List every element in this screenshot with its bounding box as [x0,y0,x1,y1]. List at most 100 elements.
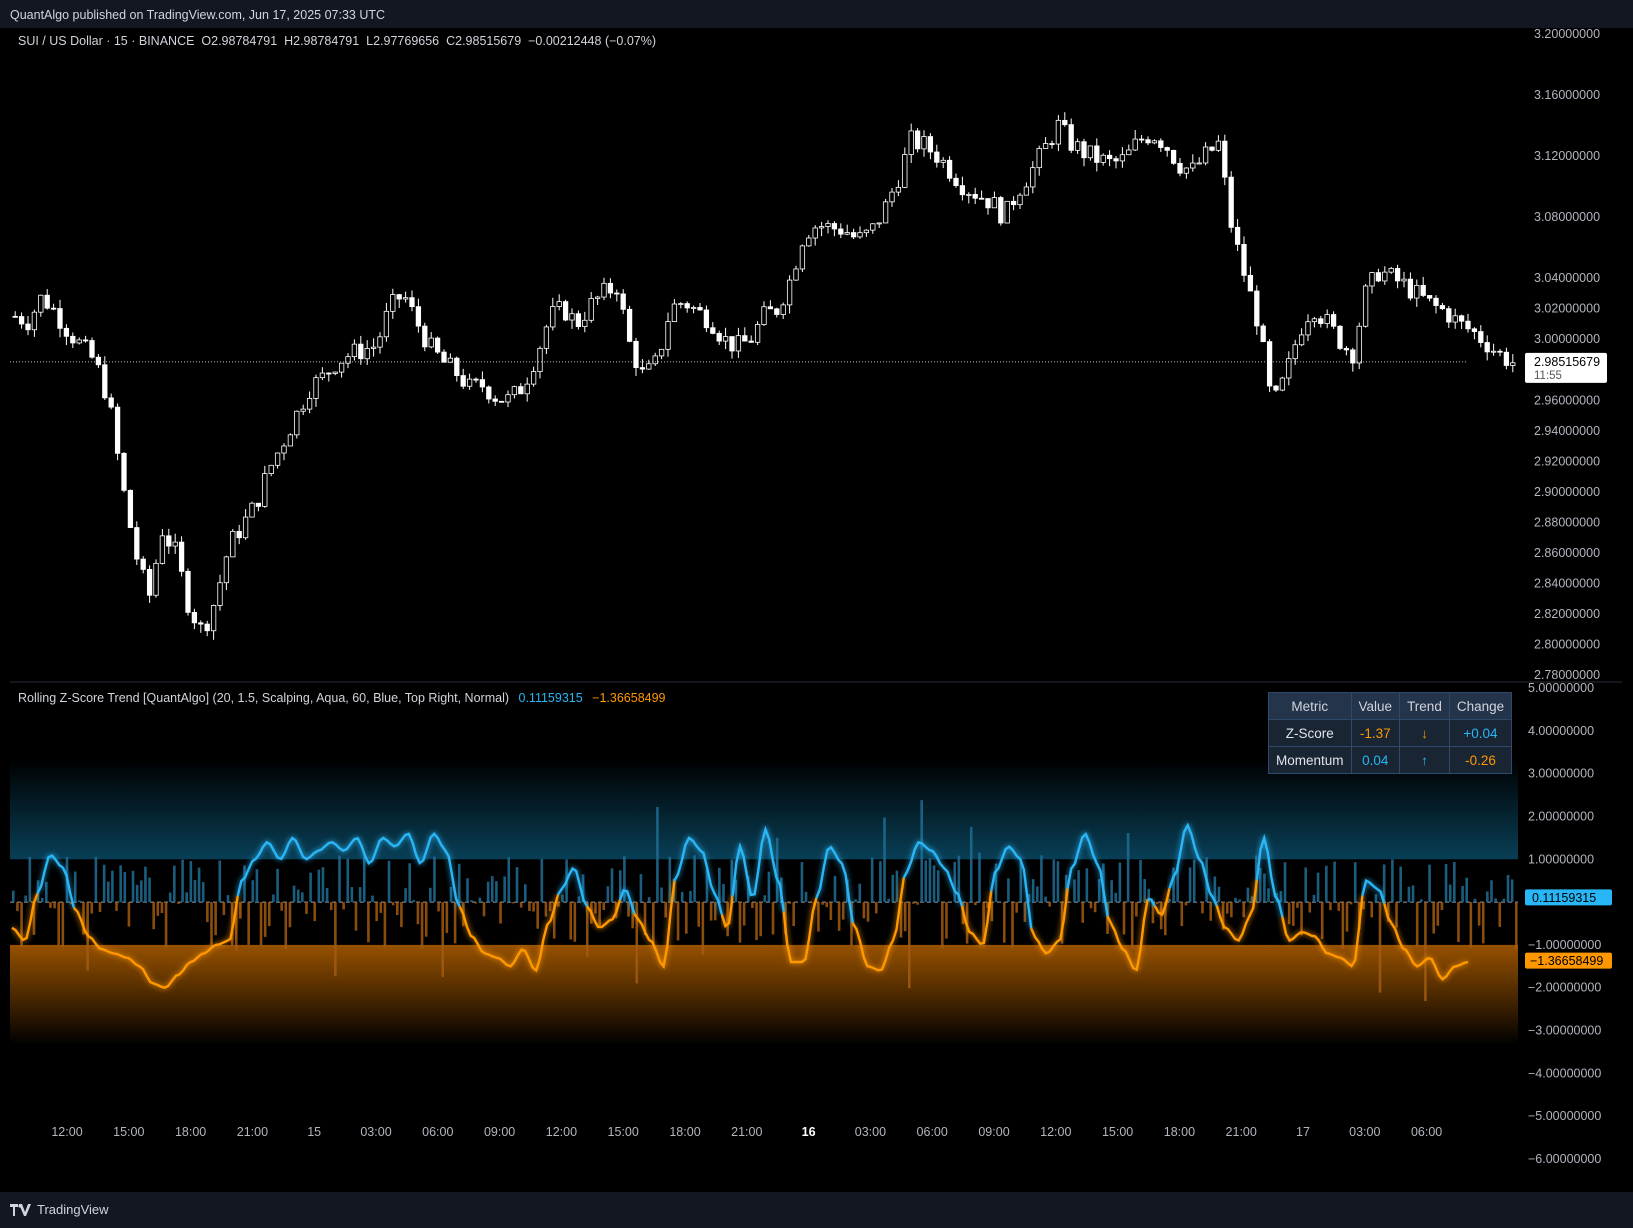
candle-body [1030,167,1036,188]
candle-body [230,530,236,558]
candle [1241,236,1247,283]
candle-body [1414,284,1420,299]
tradingview-logo[interactable]: TradingView [10,1202,109,1217]
histogram-bar [1234,897,1237,903]
candle [306,391,313,414]
candle [262,465,268,508]
histogram-bar [1188,867,1192,903]
chart-canvas[interactable]: 3.20000000 3.16000000 3.12000000 3.08000000… [10,27,1622,1192]
candle [1004,200,1010,224]
histogram-bar [1420,899,1423,903]
histogram-bar [903,902,907,932]
candle-body [89,340,95,358]
candle [550,297,556,331]
price-tick-label: 2.80000000 [1534,637,1600,651]
candle [108,393,114,410]
histogram-bar [383,902,387,947]
candle-body [1433,297,1439,306]
candle [646,359,652,370]
histogram-bar [1168,899,1171,903]
candle [1119,147,1126,168]
metric-momentum: Momentum [1268,746,1352,774]
histogram-bar [106,881,110,903]
histogram-bar [602,902,606,910]
candle [665,312,671,357]
zscore-change: +0.04 [1448,719,1513,747]
time-axis[interactable]: 12:00 15:00 18:00 21:00 15 03:00 06:00 09:00 12:… [51,1125,1442,1139]
histogram-bar [259,902,263,946]
candle [818,221,825,237]
candle [799,244,806,272]
histogram-bar [1461,885,1464,903]
candle-body [134,527,140,560]
histogram-bar [177,902,180,904]
histogram-bar [429,887,432,903]
candle-body [460,375,466,387]
price-pane[interactable] [10,112,1622,683]
candle-body [249,502,255,518]
histogram-bar [1399,866,1402,903]
candle [806,235,812,247]
time-tick-label: 15 [307,1125,321,1139]
histogram-bar [1473,898,1477,903]
candle [1350,347,1356,372]
candle [82,335,89,343]
histogram-bar [490,876,494,903]
candle [1337,325,1343,351]
histogram-bar [503,876,506,903]
candle [1420,276,1426,298]
histogram-bar [573,902,577,942]
z-value-label: 0.11159315 [1532,891,1596,905]
candle-body [210,605,217,632]
histogram-bar [453,902,457,944]
candle-body [818,226,825,229]
candle [639,359,646,374]
histogram-bar [28,856,32,903]
candle-body [1273,385,1279,391]
indicator-pane[interactable] [10,759,1518,1045]
candle-body [697,307,703,311]
chart-frame[interactable]: 3.20000000 3.16000000 3.12000000 3.08000000… [10,27,1622,1192]
time-tick-label: 18:00 [669,1125,700,1139]
candle-body [1113,158,1119,162]
candle [1388,266,1394,274]
candle [844,224,850,236]
time-tick-label: 15:00 [1102,1125,1133,1139]
candle [1126,144,1132,156]
time-tick-label: 03:00 [1349,1125,1380,1139]
histogram-bar [1130,902,1134,949]
price-axis[interactable]: 3.20000000 3.16000000 3.12000000 3.08000000… [1525,27,1612,1166]
candle-body [1170,149,1177,164]
candle [511,385,518,399]
candle [671,299,678,323]
candle [498,400,505,403]
histogram-bar [945,902,948,939]
candle-body [908,130,914,155]
candle-body [1394,268,1401,282]
candle-body [658,348,665,357]
indicator-legend: Rolling Z-Score Trend [QuantAlgo] (20, 1… [18,691,666,705]
histogram-bar [1514,902,1518,950]
candle [1106,150,1113,167]
candle-body [754,324,761,343]
histogram-bar [969,826,973,903]
price-tick-label: 3.20000000 [1534,28,1600,41]
time-tick-label: 21:00 [237,1125,268,1139]
histogram-bar [305,902,308,914]
histogram-bar [1056,861,1060,903]
candle-body [223,556,230,584]
candle [434,336,441,354]
time-tick-label: 21:00 [731,1125,762,1139]
histogram-bar [998,901,1002,903]
histogram-bar [941,902,944,949]
candle-body [1350,349,1356,364]
histogram-bar [1238,899,1241,903]
histogram-bar [1486,891,1489,903]
histogram-bar [912,902,915,904]
candle-body [172,541,178,547]
candle-body [1362,285,1369,327]
histogram-bar [375,902,378,922]
candle-body [838,228,844,235]
price-tick-label: 2.90000000 [1534,485,1600,499]
candle [908,123,914,163]
